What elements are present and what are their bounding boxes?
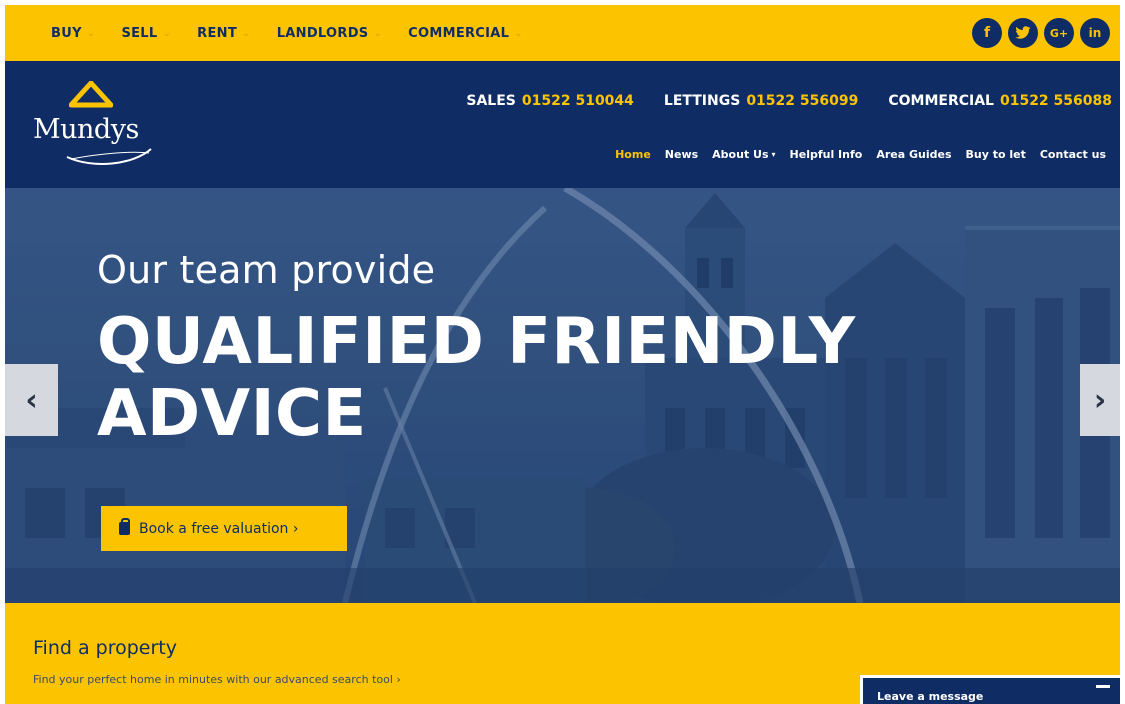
contact-number: 01522 510044 [521, 93, 634, 109]
google-plus-icon[interactable]: G+ [1044, 18, 1074, 48]
mundys-logo[interactable]: Mundys [33, 81, 163, 171]
slider-prev-button[interactable]: ‹ [5, 364, 58, 436]
nav-buy-to-let[interactable]: Buy to let [966, 148, 1026, 161]
nav-contact-us[interactable]: Contact us [1040, 148, 1106, 161]
book-valuation-label: Book a free valuation › [139, 520, 299, 537]
leave-message-label: Leave a message [877, 690, 984, 703]
twitter-bird-glyph [1015, 26, 1031, 39]
minimize-icon[interactable] [1096, 685, 1110, 688]
top-nav: BUY ⌄ SELL ⌄ RENT ⌄ LANDLORDS ⌄ COMMERCIAL ⌄ [51, 5, 549, 61]
contact-label: COMMERCIAL [888, 93, 994, 109]
social-links: f G+ in [972, 18, 1110, 48]
contact-number: 01522 556088 [999, 93, 1112, 109]
find-property-link[interactable]: Find your perfect home in minutes with o… [33, 673, 401, 686]
top-nav-buy[interactable]: BUY ⌄ [51, 26, 95, 41]
slider-next-button[interactable]: › [1080, 364, 1120, 436]
top-nav-label: RENT [197, 25, 238, 41]
hero-subtitle: Our team provide [97, 248, 436, 292]
leave-message-widget[interactable]: Leave a message [860, 675, 1120, 704]
nav-about-us[interactable]: About Us ▾ [712, 148, 775, 161]
sales-contact[interactable]: SALES 01522 510044 [466, 93, 634, 109]
facebook-icon[interactable]: f [972, 18, 1002, 48]
linkedin-icon[interactable]: in [1080, 18, 1110, 48]
find-property-title: Find a property [33, 637, 177, 659]
chevron-down-icon: ▾ [771, 150, 776, 159]
commercial-contact[interactable]: COMMERCIAL 01522 556088 [888, 93, 1112, 109]
page: BUY ⌄ SELL ⌄ RENT ⌄ LANDLORDS ⌄ COMMERCIAL ⌄ … [5, 5, 1120, 704]
chevron-down-icon: ⌄ [162, 27, 172, 39]
chevron-down-icon: ⌄ [242, 27, 251, 39]
top-bar: BUY ⌄ SELL ⌄ RENT ⌄ LANDLORDS ⌄ COMMERCIAL ⌄ … [5, 5, 1120, 61]
chevron-down-icon: ⌄ [373, 27, 383, 39]
chevron-left-icon: ‹ [25, 382, 38, 418]
lettings-contact[interactable]: LETTINGS 01522 556099 [664, 93, 858, 109]
nav-helpful-info[interactable]: Helpful Info [790, 148, 863, 161]
briefcase-icon [119, 518, 130, 535]
main-nav: Home News About Us ▾ Helpful Info Area Gu… [615, 148, 1106, 161]
top-nav-label: BUY [51, 25, 82, 41]
twitter-icon[interactable] [1008, 18, 1038, 48]
roof-icon [69, 81, 113, 108]
logo-text: Mundys [33, 114, 139, 145]
nav-label: About Us [712, 148, 769, 161]
contact-label: SALES [466, 93, 516, 109]
contact-number: 01522 556099 [746, 93, 859, 109]
top-nav-rent[interactable]: RENT ⌄ [197, 26, 251, 41]
contact-label: LETTINGS [663, 93, 741, 109]
nav-news[interactable]: News [665, 148, 698, 161]
top-nav-label: COMMERCIAL [408, 25, 510, 41]
chevron-right-icon: › [1093, 382, 1107, 418]
contact-numbers: SALES 01522 510044 LETTINGS 01522 556099 C… [466, 93, 1112, 109]
nav-area-guides[interactable]: Area Guides [876, 148, 951, 161]
top-nav-label: SELL [121, 25, 158, 41]
book-valuation-button[interactable]: Book a free valuation › [101, 506, 347, 551]
hero-slider: Our team provide QUALIFIED FRIENDLY ADVI… [5, 188, 1120, 603]
nav-home[interactable]: Home [615, 148, 651, 161]
chevron-down-icon: ⌄ [86, 27, 96, 39]
site-header: Mundys SALES 01522 510044 LETTINGS 01522 5… [5, 61, 1120, 188]
hero-title: QUALIFIED FRIENDLY ADVICE [97, 305, 856, 451]
top-nav-commercial[interactable]: COMMERCIAL ⌄ [408, 26, 523, 41]
top-nav-sell[interactable]: SELL ⌄ [121, 26, 171, 41]
top-nav-landlords[interactable]: LANDLORDS ⌄ [277, 26, 382, 41]
chevron-down-icon: ⌄ [514, 27, 523, 39]
swoosh-icon [66, 148, 152, 165]
top-nav-label: LANDLORDS [276, 25, 369, 41]
